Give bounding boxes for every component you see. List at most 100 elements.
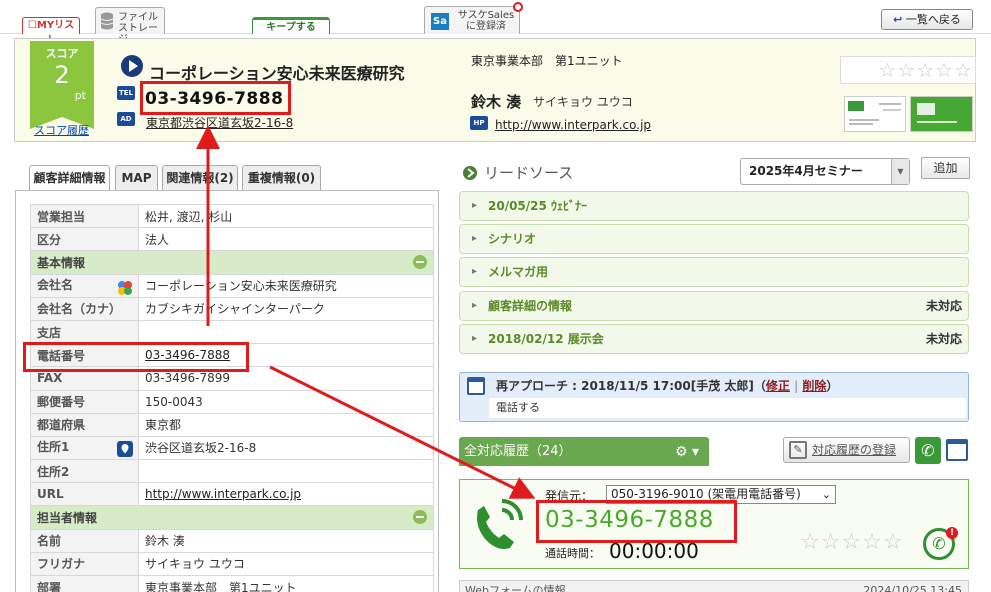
table-row: 住所2 — [30, 459, 434, 484]
chevron-down-icon: ⌄ — [821, 488, 831, 501]
url-link[interactable]: http://www.interpark.co.jp — [145, 487, 301, 501]
table-row: 住所1 渋谷区道玄坂2-16-8 — [30, 435, 434, 461]
tab-customer-detail[interactable]: 顧客詳細情報 — [29, 165, 110, 191]
field-label: 会社名（カナ） — [30, 296, 139, 321]
score-value: 2 — [54, 61, 70, 89]
lead-item[interactable]: 2018/02/12 展示会未対応 — [459, 324, 969, 354]
field-label: 名前 — [30, 528, 139, 553]
phone-calling-icon[interactable] — [468, 496, 526, 554]
calendar-icon[interactable] — [946, 439, 968, 461]
table-row: 部署 東京事業本部 第1ユニット — [30, 574, 434, 592]
field-label: 支店 — [30, 319, 139, 345]
chevron-down-icon: ▼ — [891, 159, 909, 184]
call-time-label: 通話時間： — [545, 547, 600, 560]
field-value: カブシキガイシャインターパーク — [138, 296, 434, 321]
web-form-label: Webフォームの情報 — [465, 584, 566, 592]
field-label: 郵便番号 — [30, 389, 139, 414]
collapse-icon[interactable] — [413, 254, 427, 269]
section-header-basic: 基本情報 — [30, 250, 434, 275]
database-icon — [100, 12, 114, 30]
lead-item[interactable]: シナリオ — [459, 224, 969, 254]
score-history-link[interactable]: スコア履歴 — [34, 122, 89, 138]
field-value — [138, 459, 434, 484]
play-icon[interactable] — [121, 55, 143, 77]
field-label: 区分 — [30, 227, 139, 252]
address-tag-icon: AD — [117, 112, 135, 126]
tel-tag-icon: TEL — [117, 86, 135, 100]
register-history-button[interactable]: ✎ 対応履歴の登録 — [783, 437, 910, 463]
reapproach-text: 再アプローチ : 2018/11/5 17:00[手茂 太郎]（修正 | 削除） — [496, 379, 839, 393]
file-storage-label-1: ファイル — [118, 12, 158, 23]
header-person-kana: サイキョウ ユウコ — [533, 95, 633, 109]
add-lead-source-button[interactable]: 追加 — [921, 157, 970, 179]
prohibited-icon — [513, 2, 523, 12]
field-value: 東京事業本部 第1ユニット — [138, 574, 434, 592]
lead-item[interactable]: 20/05/25 ｳｪﾋﾞﾅｰ — [459, 191, 969, 221]
field-value: 東京都 — [138, 412, 434, 437]
field-label: URL — [30, 482, 139, 507]
calendar-icon — [467, 377, 485, 395]
tab-related[interactable]: 関連情報(2) — [162, 165, 238, 190]
web-form-row[interactable]: Webフォームの情報 2024/10/25 13:45 — [459, 580, 969, 592]
sasuke-logo-icon: Sa — [431, 13, 449, 30]
field-value: http://www.interpark.co.jp — [138, 482, 434, 507]
field-label: 会社名 — [30, 273, 139, 298]
business-card-image — [848, 101, 901, 125]
field-value: 渋谷区道玄坂2-16-8 — [138, 435, 434, 461]
table-row: 支店 — [30, 319, 434, 345]
lead-source-title: リードソース — [484, 164, 574, 182]
mylist-tab[interactable]: ☐MYリスト — [22, 17, 80, 46]
call-rating-stars[interactable]: ☆☆☆☆☆ — [800, 530, 904, 555]
lead-item[interactable]: 顧客詳細の情報未対応 — [459, 291, 969, 321]
lead-source-select[interactable]: 2025年4月セミナー ▼ — [740, 158, 910, 185]
table-row: 郵便番号 150-0043 — [30, 389, 434, 414]
back-to-list-button[interactable]: ↩ 一覧へ戻る — [881, 9, 973, 30]
field-value: サイキョウ ユウコ — [138, 551, 434, 577]
field-value: コーポレーション安心未来医療研究 — [138, 273, 434, 298]
sasuke-label-1: サスケSales — [457, 10, 515, 21]
highlight-call-number — [536, 500, 737, 543]
collapse-icon[interactable] — [413, 510, 427, 525]
map-pin-icon[interactable] — [117, 441, 133, 458]
edit-icon: ✎ — [789, 441, 807, 459]
field-label: 住所1 — [30, 435, 139, 461]
google-search-icon[interactable] — [117, 280, 133, 296]
field-value: 150-0043 — [138, 389, 434, 414]
field-label: フリガナ — [30, 551, 139, 577]
back-to-list-label: 一覧へ戻る — [905, 13, 961, 26]
header-rating-stars[interactable]: ☆☆☆☆☆ — [840, 56, 976, 84]
header-department: 東京事業本部 第1ユニット — [471, 54, 623, 68]
score-unit: pt — [74, 89, 86, 102]
reapproach-edit-link[interactable]: 修正 — [766, 379, 790, 393]
header-homepage-link[interactable]: http://www.interpark.co.jp — [495, 118, 651, 132]
business-card-back[interactable] — [910, 96, 973, 132]
header-address-link[interactable]: 東京都渋谷区道玄坂2-16-8 — [146, 114, 293, 131]
table-row: フリガナ サイキョウ ユウコ — [30, 551, 434, 577]
field-value: 松井, 渡辺, 杉山 — [138, 203, 434, 229]
field-value: 法人 — [138, 227, 434, 252]
history-tab[interactable]: 全対応履歴（24） ⚙ ▾ — [459, 437, 709, 466]
sasuke-label-2: に登録済 — [466, 21, 506, 32]
business-card-front[interactable] — [844, 96, 906, 132]
gear-icon[interactable]: ⚙ ▾ — [675, 438, 699, 467]
business-card-back-image — [917, 103, 957, 123]
lead-source-icon — [463, 166, 477, 180]
table-row: URL http://www.interpark.co.jp — [30, 482, 434, 507]
phone-icon[interactable]: ✆ — [915, 437, 941, 464]
back-arrow-icon: ↩ — [893, 13, 903, 26]
lead-item[interactable]: メルマガ用 — [459, 257, 969, 287]
table-row: 営業担当 松井, 渡辺, 杉山 — [30, 203, 434, 229]
tab-map[interactable]: MAP — [115, 165, 158, 190]
file-storage-tab[interactable]: ファイル ストレージ — [95, 7, 165, 45]
highlight-detail-phone — [23, 342, 249, 372]
reapproach-delete-link[interactable]: 削除 — [802, 379, 826, 393]
tab-duplicates[interactable]: 重複情報(0) — [242, 165, 321, 190]
keep-tab[interactable]: キープする — [252, 17, 330, 34]
field-label: 都道府県 — [30, 412, 139, 437]
field-label: 営業担当 — [30, 203, 139, 229]
section-title: 基本情報 — [37, 255, 86, 270]
table-row: 区分 法人 — [30, 227, 434, 252]
table-row: 会社名（カナ） カブシキガイシャインターパーク — [30, 296, 434, 321]
customer-detail-table: 営業担当 松井, 渡辺, 杉山 区分 法人 基本情報 会社名 コーポレーション安心未… — [30, 203, 434, 592]
sasuke-sales-tab[interactable]: Sa サスケSales に登録済 — [424, 2, 523, 34]
